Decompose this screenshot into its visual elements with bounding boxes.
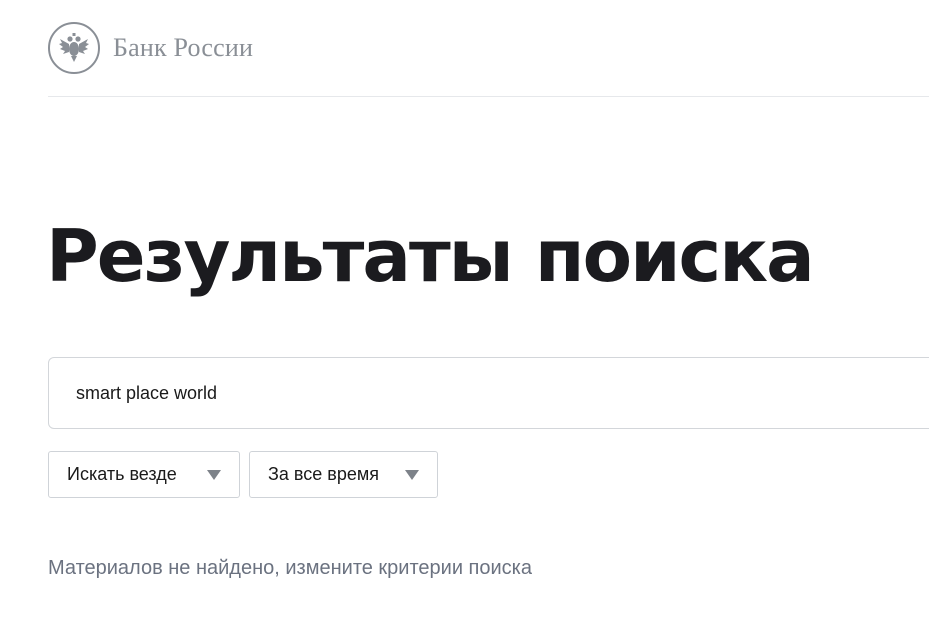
period-dropdown[interactable]: За все время <box>249 451 438 498</box>
scope-dropdown[interactable]: Искать везде <box>48 451 240 498</box>
page: Банк России Результаты поиска Искать вез… <box>0 0 929 634</box>
search-input[interactable] <box>76 382 876 404</box>
bank-name-logo-text[interactable]: Банк России <box>113 33 253 63</box>
scope-dropdown-label: Искать везде <box>67 464 177 484</box>
chevron-down-icon <box>207 470 221 480</box>
header-divider <box>48 96 929 97</box>
empty-results-message: Материалов не найдено, измените критерии… <box>48 557 532 579</box>
eagle-emblem-icon <box>59 33 89 62</box>
period-dropdown-label: За все время <box>268 464 379 484</box>
chevron-down-icon <box>405 470 419 480</box>
page-title: Результаты поиска <box>46 214 815 298</box>
bank-emblem-icon[interactable] <box>48 22 100 74</box>
site-header: Банк России <box>48 20 253 76</box>
search-field[interactable] <box>48 357 929 429</box>
